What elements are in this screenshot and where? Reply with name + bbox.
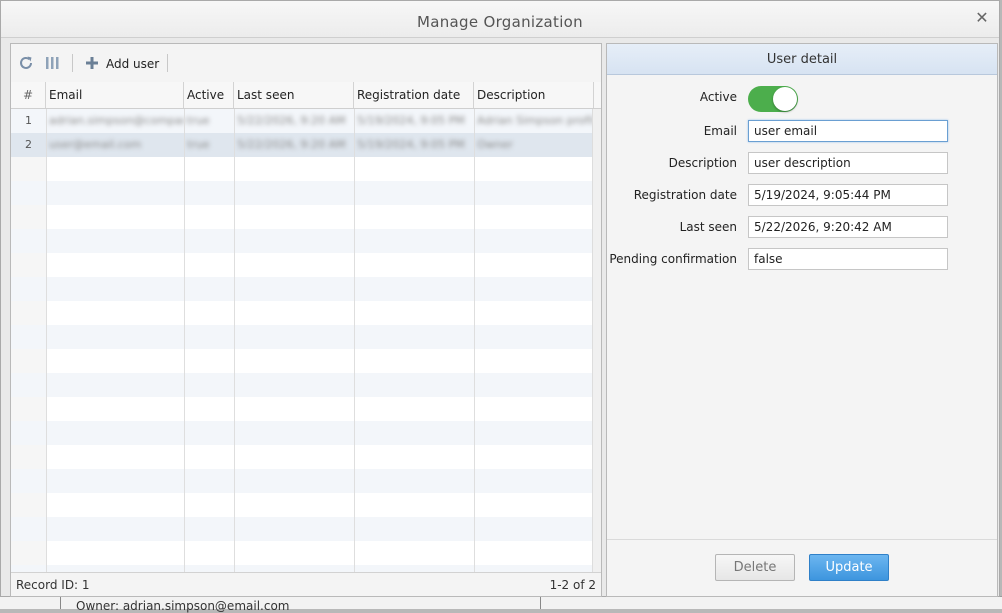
plus-icon [86, 57, 98, 69]
empty-row [11, 373, 601, 397]
empty-row [11, 493, 601, 517]
manage-organization-dialog: Manage Organization ✕ Add user # Email A… [0, 0, 1000, 597]
close-icon[interactable]: ✕ [974, 10, 990, 26]
column-header-email[interactable]: Email [46, 82, 184, 108]
cell-last-seen: 5/22/2026, 9:20 AM [237, 138, 346, 151]
detail-footer: Delete Update [607, 539, 997, 596]
toggle-knob [773, 87, 797, 111]
active-toggle[interactable] [748, 86, 798, 112]
cell-email: user@email.com [49, 138, 142, 151]
empty-row [11, 181, 601, 205]
empty-row [11, 517, 601, 541]
dialog-header: Manage Organization ✕ [1, 1, 999, 38]
row-number: 2 [25, 138, 32, 151]
description-field[interactable] [748, 152, 948, 174]
add-user-button[interactable]: Add user [85, 54, 165, 72]
column-header-last-seen[interactable]: Last seen [234, 82, 354, 108]
last-seen-field[interactable] [748, 216, 948, 238]
record-count-text: 1-2 of 2 [549, 578, 596, 592]
cell-registration-date: 5/19/2024, 9:05 PM [357, 138, 465, 151]
refresh-icon [20, 56, 32, 69]
delete-button[interactable]: Delete [715, 554, 795, 581]
description-label: Description [668, 156, 737, 170]
owner-text: Owner: adrian.simpson@email.com [76, 599, 290, 613]
cell-active: true [187, 138, 210, 151]
email-row: Email [607, 120, 997, 144]
last-seen-label: Last seen [679, 220, 737, 234]
user-detail-header: User detail [607, 44, 997, 75]
cell-registration-date: 5/19/2024, 9:05 PM [357, 114, 465, 127]
toolbar-separator [72, 54, 73, 72]
column-divider [474, 109, 475, 574]
registration-date-field[interactable] [748, 184, 948, 206]
columns-button[interactable] [44, 54, 60, 72]
empty-row [11, 229, 601, 253]
column-divider [46, 109, 47, 574]
table-row-selected[interactable]: 2 user@email.com true 5/22/2026, 9:20 AM… [11, 133, 601, 157]
empty-row [11, 205, 601, 229]
email-field[interactable] [748, 120, 948, 142]
empty-row [11, 253, 601, 277]
column-header-description[interactable]: Description [474, 82, 594, 108]
active-row: Active [607, 86, 997, 112]
divider [60, 597, 61, 609]
grid-body: 1 adrian.simpson@company true 5/22/2026,… [11, 109, 601, 574]
column-divider [354, 109, 355, 574]
empty-row [11, 421, 601, 445]
empty-row [11, 541, 601, 565]
empty-row [11, 325, 601, 349]
empty-row [11, 445, 601, 469]
pending-confirmation-label: Pending confirmation [609, 252, 737, 266]
empty-row [11, 349, 601, 373]
columns-icon [46, 57, 59, 69]
user-detail-title: User detail [766, 52, 838, 67]
record-id-text: Record ID: 1 [16, 578, 90, 592]
update-button[interactable]: Update [809, 554, 889, 581]
grid-header: # Email Active Last seen Registration da… [11, 82, 601, 109]
background-page: Owner: adrian.simpson@email.com [0, 596, 1002, 613]
description-row: Description [607, 152, 997, 176]
table-row[interactable]: 1 adrian.simpson@company true 5/22/2026,… [11, 109, 601, 133]
grid-scrollbar[interactable] [592, 109, 601, 574]
grid-toolbar: Add user [11, 44, 601, 83]
empty-row [11, 301, 601, 325]
column-header-number[interactable]: # [11, 82, 46, 108]
cell-description: Owner [477, 138, 513, 151]
toolbar-separator [167, 54, 168, 72]
empty-row [11, 277, 601, 301]
empty-row [11, 157, 601, 181]
last-seen-row: Last seen [607, 216, 997, 240]
users-grid: Add user # Email Active Last seen Regist… [10, 43, 602, 597]
cell-description: Adrian Simpson profile [477, 114, 594, 127]
email-label: Email [703, 124, 737, 138]
refresh-button[interactable] [18, 54, 34, 72]
row-number: 1 [25, 114, 32, 127]
user-detail-panel: User detail Active Email Description Reg… [606, 43, 998, 597]
empty-row [11, 469, 601, 493]
column-divider [234, 109, 235, 574]
active-label: Active [699, 90, 737, 104]
cell-active: true [187, 114, 210, 127]
column-divider [184, 109, 185, 574]
divider [540, 597, 541, 609]
pending-confirmation-row: Pending confirmation [607, 248, 997, 272]
registration-date-label: Registration date [633, 188, 737, 202]
add-user-label: Add user [106, 57, 160, 71]
grid-footer: Record ID: 1 1-2 of 2 [11, 572, 601, 596]
cell-last-seen: 5/22/2026, 9:20 AM [237, 114, 346, 127]
cell-email: adrian.simpson@company [49, 114, 184, 127]
empty-row [11, 397, 601, 421]
pending-confirmation-field[interactable] [748, 248, 948, 270]
column-header-registration-date[interactable]: Registration date [354, 82, 474, 108]
column-header-active[interactable]: Active [184, 82, 234, 108]
dialog-title: Manage Organization [417, 13, 583, 31]
registration-date-row: Registration date [607, 184, 997, 208]
